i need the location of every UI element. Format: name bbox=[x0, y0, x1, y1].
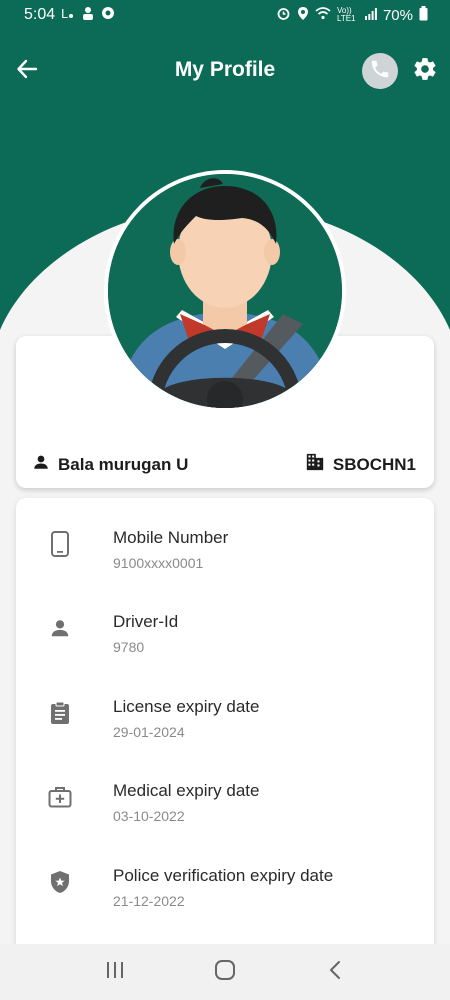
battery-icon bbox=[419, 5, 428, 25]
medical-kit-icon bbox=[46, 783, 74, 811]
detail-license-expiry: License expiry date 29-01-2024 bbox=[16, 697, 434, 757]
driver-name: Bala murugan U bbox=[58, 454, 189, 474]
detail-value: 29-01-2024 bbox=[113, 724, 185, 740]
avatar bbox=[104, 170, 346, 412]
building-icon bbox=[305, 453, 325, 476]
app-bar: My Profile bbox=[0, 44, 450, 100]
detail-police-verification-expiry: Police verification expiry date 21-12-20… bbox=[16, 866, 434, 926]
location-icon bbox=[297, 6, 309, 25]
contact-notification-icon bbox=[81, 6, 95, 24]
app-notification-icon bbox=[101, 6, 115, 24]
depot-code: SBOCHN1 bbox=[332, 454, 416, 474]
detail-driver-id: Driver-Id 9780 bbox=[16, 612, 434, 672]
person-icon bbox=[46, 614, 74, 642]
detail-value: 9100xxxx0001 bbox=[113, 555, 204, 571]
nav-back-button[interactable] bbox=[315, 952, 355, 992]
battery-level: 70% bbox=[382, 6, 413, 24]
recents-icon bbox=[105, 961, 125, 984]
profile-name-row: Bala murugan U SBOCHN1 bbox=[32, 453, 416, 476]
police-shield-icon bbox=[46, 868, 74, 896]
system-navigation-bar bbox=[0, 944, 450, 1000]
detail-value: 21-12-2022 bbox=[113, 893, 185, 909]
svg-text:L: L bbox=[61, 7, 68, 20]
status-time: 5:04 bbox=[24, 6, 56, 23]
notification-icon: L bbox=[61, 6, 75, 24]
home-button[interactable] bbox=[205, 952, 245, 992]
detail-label: Driver-Id bbox=[113, 612, 179, 631]
detail-label: Mobile Number bbox=[113, 528, 229, 547]
nav-back-icon bbox=[328, 960, 342, 985]
alarm-icon bbox=[276, 6, 291, 25]
detail-label: Police verification expiry date bbox=[113, 866, 334, 885]
mobile-phone-icon bbox=[46, 530, 74, 558]
recents-button[interactable] bbox=[95, 952, 135, 992]
wifi-icon bbox=[315, 6, 331, 24]
detail-label: Medical expiry date bbox=[113, 781, 260, 800]
signal-icon bbox=[364, 7, 377, 24]
arrow-left-icon bbox=[16, 58, 38, 85]
driver-avatar-image bbox=[108, 174, 342, 408]
network-label: Vo)) LTE1 bbox=[336, 6, 356, 23]
detail-value: 9780 bbox=[113, 639, 145, 655]
gear-icon bbox=[412, 56, 438, 87]
back-button[interactable] bbox=[12, 56, 42, 86]
status-bar: 5:04 L Vo)) LTE1 70% bbox=[0, 0, 450, 30]
call-button[interactable] bbox=[362, 53, 398, 89]
detail-value: 03-10-2022 bbox=[113, 808, 185, 824]
details-card: Mobile Number 9100xxxx0001 Driver-Id 978… bbox=[16, 498, 434, 958]
home-icon bbox=[214, 959, 236, 986]
detail-label: License expiry date bbox=[113, 697, 260, 716]
clipboard-icon bbox=[46, 699, 74, 727]
phone-icon bbox=[369, 58, 391, 85]
detail-mobile-number: Mobile Number 9100xxxx0001 bbox=[16, 528, 434, 588]
detail-medical-expiry: Medical expiry date 03-10-2022 bbox=[16, 781, 434, 841]
person-icon bbox=[32, 453, 50, 476]
settings-button[interactable] bbox=[410, 56, 440, 86]
